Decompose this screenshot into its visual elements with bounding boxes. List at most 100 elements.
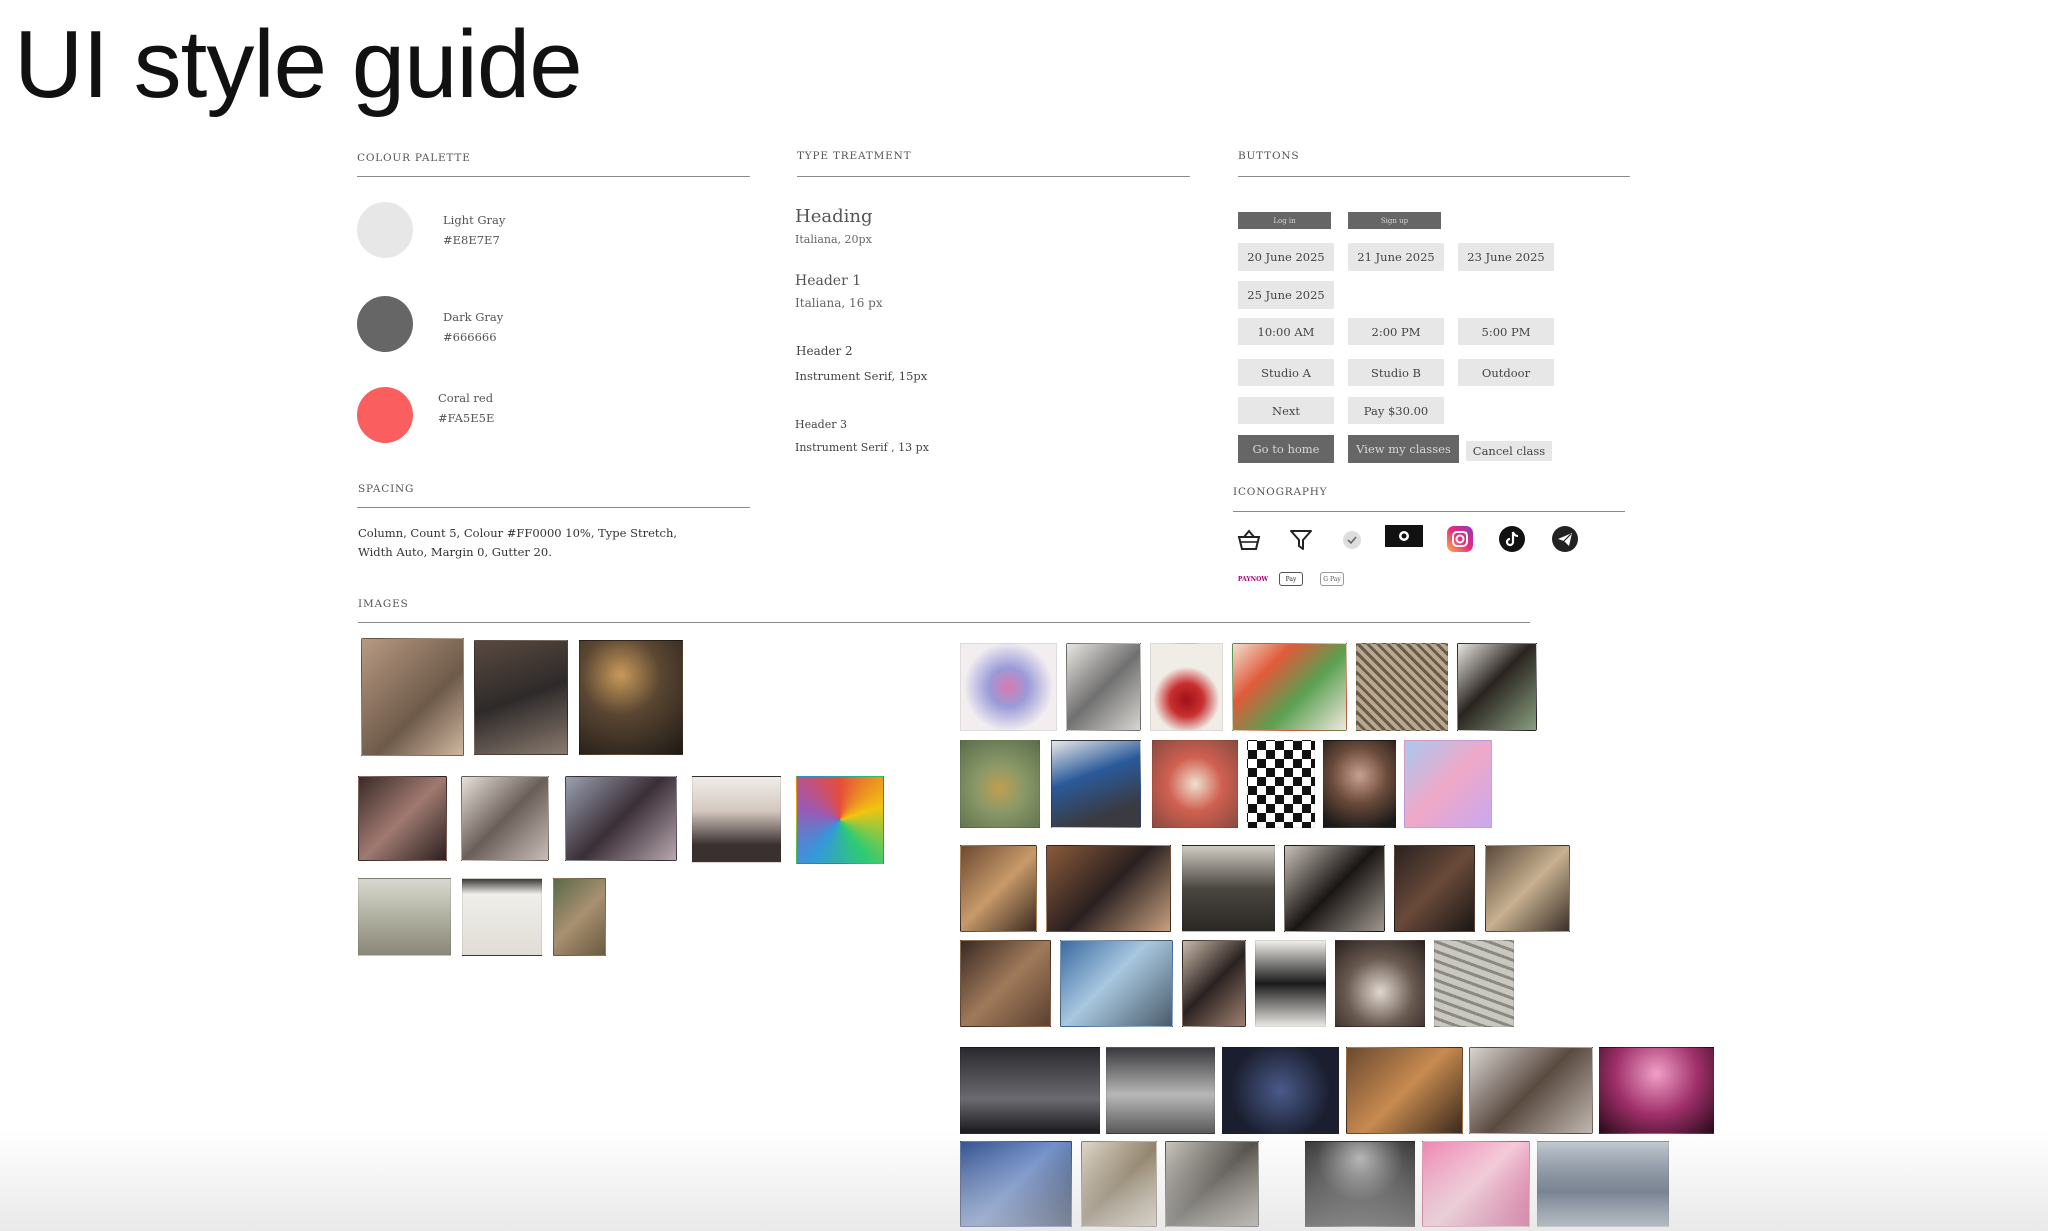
image-thumbnail [1346,1047,1463,1134]
tiktok-icon [1497,524,1527,554]
time-button-5pm[interactable]: 5:00 PM [1458,318,1554,345]
image-thumbnail [1182,940,1246,1027]
image-thumbnail [1152,740,1238,828]
palette-rule [357,176,750,177]
page-title: UI style guide [14,11,583,118]
swatch-label-coral-red: Coral red #FA5E5E [438,391,495,425]
image-thumbnail [1051,740,1141,828]
section-label-palette: COLOUR PALETTE [357,152,471,164]
image-thumbnail [1394,845,1475,932]
section-label-spacing: SPACING [358,483,415,495]
image-thumbnail [1182,845,1275,932]
swatch-light-gray [357,202,413,258]
section-label-iconography: ICONOGRAPHY [1233,486,1328,498]
image-thumbnail [796,776,884,864]
image-thumbnail [358,878,451,956]
date-button-23-june[interactable]: 23 June 2025 [1458,243,1554,271]
image-thumbnail [692,776,781,863]
next-button[interactable]: Next [1238,397,1334,424]
type-heading-sample: Heading [795,206,873,227]
spacing-note: Column, Count 5, Colour #FF0000 10%, Typ… [358,526,678,559]
type-rule [797,176,1190,177]
basket-icon [1234,525,1264,555]
image-thumbnail [565,776,677,861]
image-thumbnail [1066,643,1141,731]
type-h3-sample: Header 3 [795,418,847,431]
image-thumbnail [1284,845,1385,932]
location-button-studio-a[interactable]: Studio A [1238,359,1334,386]
swatch-label-light-gray: Light Gray #E8E7E7 [443,213,506,247]
image-thumbnail [1081,1141,1157,1227]
type-h2-spec: Instrument Serif, 15px [795,369,928,383]
section-label-images: IMAGES [358,598,409,610]
pay-button[interactable]: Pay $30.00 [1348,397,1444,424]
image-thumbnail [579,640,683,755]
image-thumbnail [1255,940,1326,1027]
cancel-class-button[interactable]: Cancel class [1466,441,1552,461]
image-thumbnail [1323,740,1396,828]
type-heading-spec: Italiana, 20px [795,233,872,246]
login-button[interactable]: Log in [1238,212,1331,229]
time-button-2pm[interactable]: 2:00 PM [1348,318,1444,345]
go-home-button[interactable]: Go to home [1238,435,1334,463]
location-button-outdoor[interactable]: Outdoor [1458,359,1554,386]
view-classes-button[interactable]: View my classes [1348,435,1459,463]
image-thumbnail [474,640,568,755]
image-thumbnail [361,638,464,756]
type-h1-spec: Italiana, 16 px [795,296,883,310]
camera-icon [1384,522,1424,550]
image-thumbnail [1247,740,1315,828]
images-rule [358,622,1530,623]
signup-button[interactable]: Sign up [1348,212,1441,229]
filter-icon [1286,525,1316,555]
image-thumbnail [1222,1047,1339,1134]
image-thumbnail [553,878,606,956]
check-icon [1337,525,1367,555]
image-thumbnail [358,776,447,861]
iconography-rule [1233,511,1625,512]
swatch-label-dark-gray: Dark Gray #666666 [443,310,504,344]
image-thumbnail [960,643,1057,731]
type-h1-sample: Header 1 [795,273,862,289]
buttons-rule [1238,176,1630,177]
date-button-21-june[interactable]: 21 June 2025 [1348,243,1444,271]
image-thumbnail [960,1141,1072,1227]
image-thumbnail [1537,1141,1669,1227]
image-thumbnail [1165,1141,1259,1227]
image-thumbnail [1305,1141,1415,1227]
section-label-type: TYPE TREATMENT [797,150,912,162]
image-thumbnail [1469,1047,1593,1134]
image-thumbnail [1106,1047,1215,1134]
type-h3-spec: Instrument Serif , 13 px [795,441,929,454]
image-thumbnail [1599,1047,1714,1134]
image-thumbnail [1335,940,1425,1027]
google-pay-logo: G Pay [1320,572,1344,586]
image-thumbnail [960,845,1037,932]
image-thumbnail [1232,643,1347,731]
date-button-25-june[interactable]: 25 June 2025 [1238,281,1334,309]
location-button-studio-b[interactable]: Studio B [1348,359,1444,386]
paynow-logo: PAYNOW [1237,575,1269,583]
image-thumbnail [1150,643,1223,731]
spacing-rule [357,507,750,508]
swatch-dark-gray [357,296,413,352]
image-thumbnail [1060,940,1173,1027]
image-thumbnail [1434,940,1514,1027]
swatch-coral-red [357,387,413,443]
time-button-10am[interactable]: 10:00 AM [1238,318,1334,345]
image-thumbnail [960,740,1040,828]
image-thumbnail [1457,643,1537,731]
image-thumbnail [960,1047,1100,1134]
image-thumbnail [461,776,549,861]
section-label-buttons: BUTTONS [1238,150,1300,162]
date-button-20-june[interactable]: 20 June 2025 [1238,243,1334,271]
image-thumbnail [462,878,542,956]
image-thumbnail [1404,740,1492,828]
image-thumbnail [960,940,1051,1027]
type-h2-sample: Header 2 [796,344,853,358]
telegram-icon [1550,524,1580,554]
image-thumbnail [1046,845,1171,932]
image-thumbnail [1356,643,1448,731]
instagram-icon [1445,524,1475,554]
apple-pay-logo: Pay [1279,572,1303,586]
